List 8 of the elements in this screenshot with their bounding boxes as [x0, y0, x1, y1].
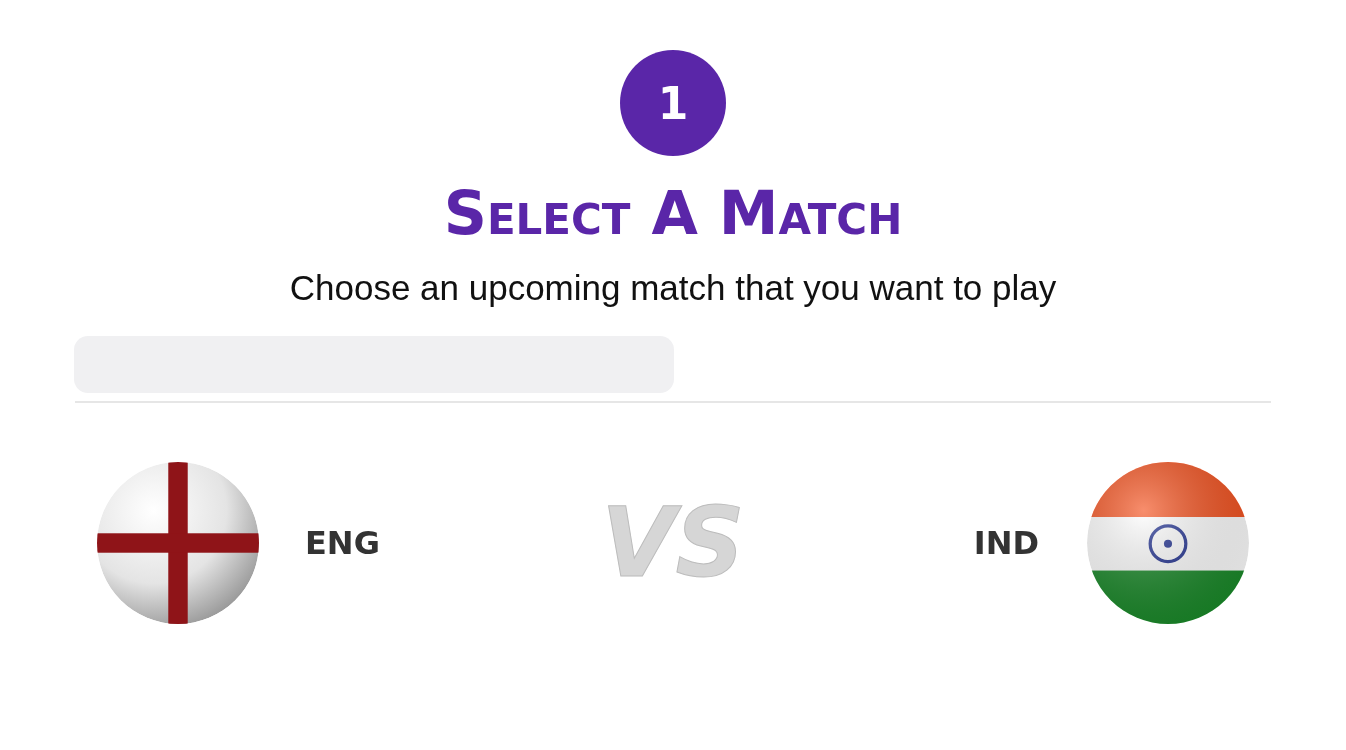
page-subtitle: Choose an upcoming match that you want to play [289, 267, 1057, 309]
india-flag-icon [1087, 462, 1249, 624]
team-code: ENG [305, 524, 380, 562]
step-number-badge: 1 [620, 50, 726, 156]
versus-label: VS [600, 487, 746, 599]
england-flag-icon [97, 462, 259, 624]
team-code: IND [973, 524, 1039, 562]
page-title: Select A Match [443, 178, 903, 248]
